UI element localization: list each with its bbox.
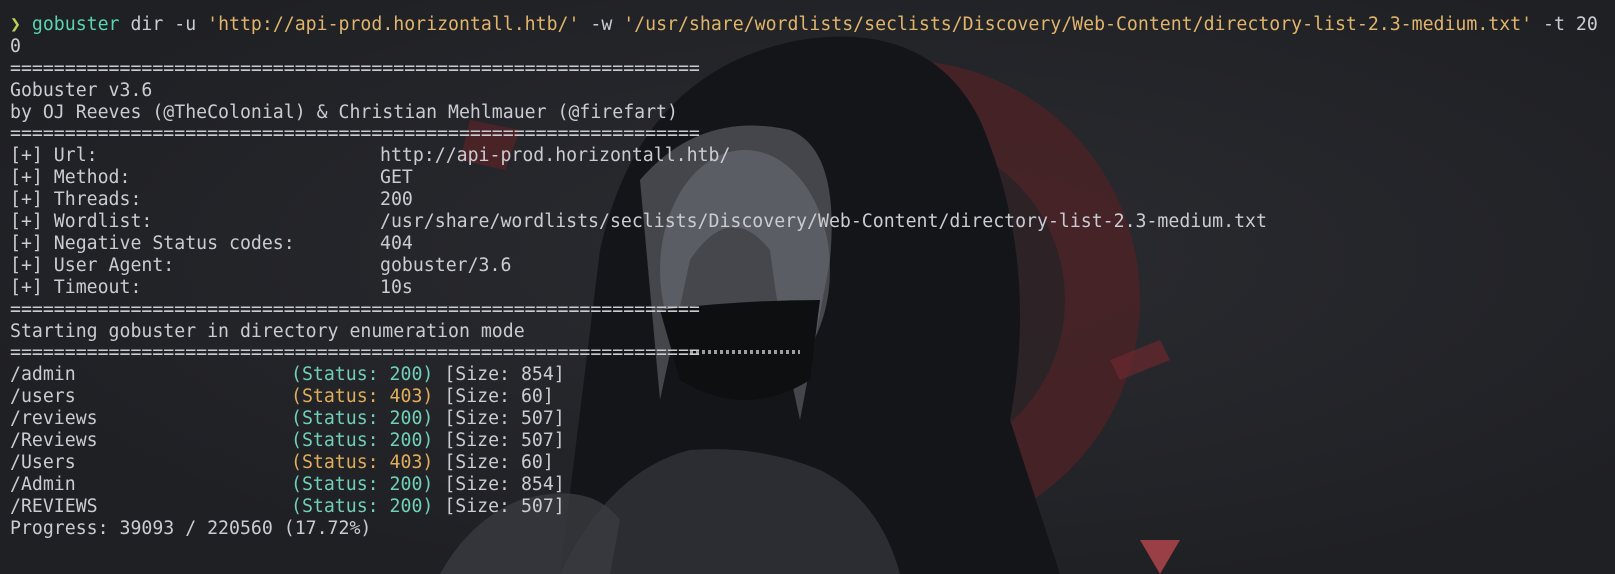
config-row-user-agent: [+] User Agent: gobuster/3.6 [10,255,1607,277]
config-label: [+] Timeout: [10,276,142,298]
command-line: ❯ gobuster dir -u 'http://api-prod.horiz… [10,14,1607,58]
separator-line: ========================================… [10,298,700,320]
prompt-icon: ❯ [10,14,21,35]
separator-line: ========================================… [10,123,700,145]
config-row-timeout: [+] Timeout: 10s [10,277,1607,299]
config-label: [+] User Agent: [10,254,175,276]
config-label: [+] Method: [10,167,131,189]
result-status: (Status: 200) [291,429,434,451]
result-status: (Status: 200) [291,408,434,430]
config-value: 10s [380,276,413,298]
config-label: [+] Wordlist: [10,211,153,233]
wordlist-argument: '/usr/share/wordlists/seclists/Discovery… [623,14,1533,35]
command-args: dir -u [119,14,208,35]
result-status: (Status: 403) [291,451,434,473]
result-status: (Status: 200) [291,364,434,386]
config-value: /usr/share/wordlists/seclists/Discovery/… [380,211,1267,233]
config-value: 404 [380,232,413,254]
config-value: http://api-prod.horizontall.htb/ [380,145,731,167]
config-row-negative-status: [+] Negative Status codes: 404 [10,233,1607,255]
config-value: GET [380,167,413,189]
result-row: /Reviews (Status: 200) [Size: 507] [10,430,1607,452]
result-path: /reviews [10,408,98,430]
result-path: /admin [10,364,76,386]
result-size: [Size: 854] [444,473,565,495]
result-path: /Reviews [10,429,98,451]
progress-line: Progress: 39093 / 220560 (17.72%) [10,517,372,539]
result-size: [Size: 60] [444,386,554,408]
result-status: (Status: 403) [291,386,434,408]
config-row-url: [+] Url: http://api-prod.horizontall.htb/ [10,145,1607,167]
config-label: [+] Threads: [10,189,142,211]
result-row: /Admin (Status: 200) [Size: 854] [10,474,1607,496]
result-row: /users (Status: 403) [Size: 60] [10,386,1607,408]
result-path: /Admin [10,473,76,495]
config-row-wordlist: [+] Wordlist: /usr/share/wordlists/seclis… [10,211,1607,233]
result-size: [Size: 507] [444,495,565,517]
terminal-output: ❯ gobuster dir -u 'http://api-prod.horiz… [10,14,1607,539]
result-path: /REVIEWS [10,495,98,517]
separator-line: ========================================… [10,57,700,79]
result-row: /Users (Status: 403) [Size: 60] [10,452,1607,474]
result-status: (Status: 200) [291,473,434,495]
wordlist-flag: -w [579,14,624,35]
result-size: [Size: 854] [444,364,565,386]
separator-line: ========================================… [10,342,700,364]
result-size: [Size: 60] [444,451,554,473]
config-row-threads: [+] Threads: 200 [10,189,1607,211]
config-value: 200 [380,189,413,211]
result-row: /REVIEWS (Status: 200) [Size: 507] [10,496,1607,518]
banner-version: Gobuster v3.6 [10,79,153,101]
result-size: [Size: 507] [444,429,565,451]
config-value: gobuster/3.6 [380,254,512,276]
mode-message: Starting gobuster in directory enumerati… [10,320,525,342]
config-row-method: [+] Method: GET [10,167,1607,189]
result-size: [Size: 507] [444,408,565,430]
config-label: [+] Negative Status codes: [10,232,295,254]
result-path: /Users [10,451,76,473]
command-name: gobuster [31,14,120,35]
result-path: /users [10,386,76,408]
result-row: /reviews (Status: 200) [Size: 507] [10,408,1607,430]
url-argument: 'http://api-prod.horizontall.htb/' [207,14,580,35]
config-label: [+] Url: [10,145,98,167]
result-row: /admin (Status: 200) [Size: 854] [10,364,1607,386]
banner-authors: by OJ Reeves (@TheColonial) & Christian … [10,101,678,123]
result-status: (Status: 200) [291,495,434,517]
